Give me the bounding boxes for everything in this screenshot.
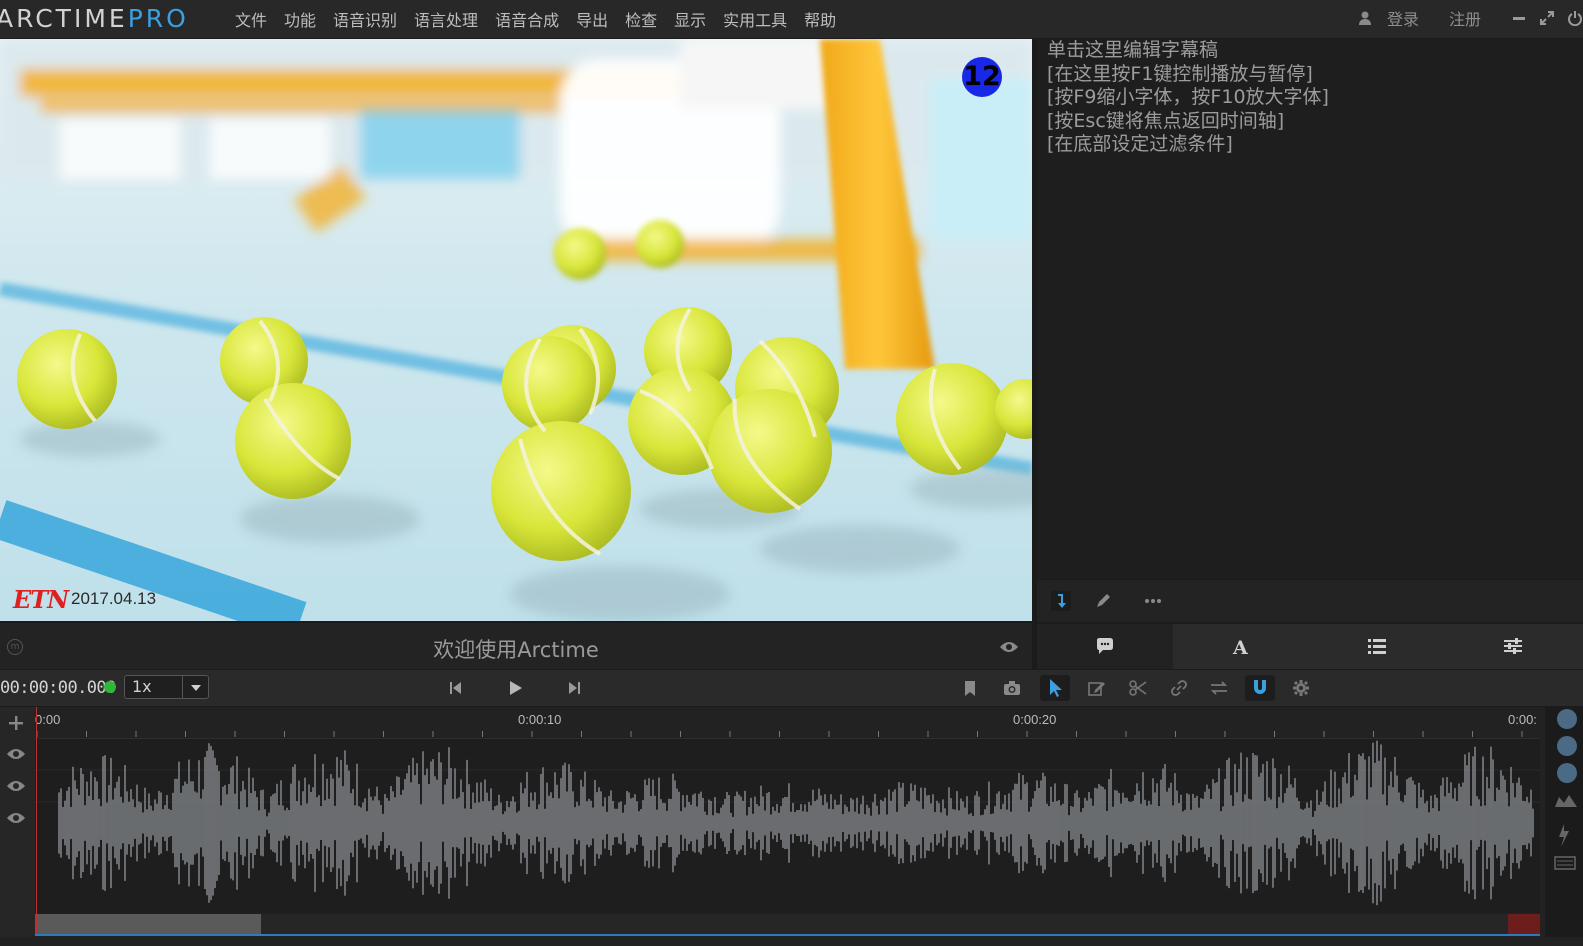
tab-list[interactable] [1309,624,1445,669]
add-track-icon[interactable] [8,715,24,731]
fullscreen-icon[interactable] [1539,10,1555,26]
app-logo: ARCTIMEPRO [0,4,189,34]
playback-speed-select[interactable]: 1x [124,675,209,699]
swap-icon[interactable] [1209,678,1229,698]
menu-utilities[interactable]: 实用工具 [723,7,787,31]
camera-icon[interactable] [1002,678,1022,698]
account-area: 登录 注册 [1357,0,1583,36]
logo-pro: PRO [127,4,189,33]
edit-icon[interactable] [1086,678,1106,698]
next-icon[interactable] [564,678,584,698]
waveform-graphic [35,738,1540,906]
menu-display[interactable]: 显示 [674,7,706,31]
track-controls [0,707,35,937]
track-eye-icon[interactable] [6,811,26,825]
pointer-icon [1050,679,1062,697]
status-indicator [104,681,116,693]
menu-speech-recognition[interactable]: 语音识别 [333,7,397,31]
timeline-side-tools [1545,707,1583,937]
menu-file[interactable]: 文件 [235,7,267,31]
editor-line: [按Esc键将焦点返回时间轴] [1047,109,1285,132]
editor-line: [按F9缩小字体，按F10放大字体] [1047,86,1329,108]
video-frame-image [0,39,1032,621]
ruler-label: 0:00: [1508,712,1537,727]
list-icon [1368,639,1386,654]
gear-icon[interactable] [1291,678,1311,698]
watermark-logo: ETN [13,585,69,614]
ruler-label: 0:00 [35,712,61,727]
timecode-display: 00:00:00.000 [0,678,116,698]
time-ruler[interactable]: 0:00 0:00:10 0:00:20 0:00: [35,707,1540,738]
menu-export[interactable]: 导出 [576,7,608,31]
menu-language-processing[interactable]: 语言处理 [414,7,478,31]
svg-text:A: A [1232,637,1248,657]
main-menu: 文件 功能 语音识别 语言处理 语音合成 导出 检查 显示 实用工具 帮助 [235,0,853,38]
tab-settings[interactable] [1445,624,1581,669]
menu-speech-synthesis[interactable]: 语音合成 [495,7,559,31]
editor-toolbar [1037,580,1583,622]
ruler-label: 0:00:10 [518,712,562,727]
speech-bubble-icon [1097,638,1113,654]
editor-line: [在这里按F1键控制播放与暂停] [1047,62,1313,85]
tab-subtitles[interactable] [1037,624,1173,669]
ruler-ticks [36,731,1523,737]
link-icon[interactable] [1169,678,1189,698]
editor-line: 单击这里编辑字幕稿 [1047,39,1219,61]
scrollbar-thumb[interactable] [35,914,261,934]
font-icon: A [1232,637,1248,657]
register-link[interactable]: 注册 [1449,6,1481,30]
ruler-label: 0:00:20 [1013,712,1057,727]
track-eye-icon[interactable] [6,747,26,761]
menu-bar: ARCTIMEPRO 文件 功能 语音识别 语言处理 语音合成 导出 检查 显示… [0,0,1583,38]
magnet-snap-button[interactable] [1245,675,1275,701]
power-icon[interactable] [1567,10,1583,26]
previous-icon[interactable] [446,678,466,698]
watermark-date: 2017.04.13 [71,589,157,608]
subtitle-preview-bar: m 欢迎使用Arctime [0,623,1032,669]
overlay-badge: 12 [962,57,1002,97]
timeline[interactable]: 0:00 0:00:10 0:00:20 0:00: [0,707,1583,946]
subtitle-preview-text: 欢迎使用Arctime [433,638,599,662]
speed-value: 1x [132,677,152,696]
bookmark-icon[interactable] [960,678,980,698]
login-link[interactable]: 登录 [1387,6,1419,30]
audio-waveform[interactable] [35,738,1540,913]
chevron-down-icon[interactable] [182,676,208,698]
side-tool-icons [1554,709,1577,870]
editor-line: [在底部设定过滤条件] [1047,133,1233,155]
logo-brand: ARCTIME [0,4,128,33]
video-preview[interactable]: 12 ETN 2017.04.13 [0,39,1032,621]
right-panel-tabs: A [1037,624,1583,669]
track-eye-icon[interactable] [6,779,26,793]
sliders-icon [1504,638,1522,654]
user-icon [1358,11,1371,25]
scissors-icon[interactable] [1128,678,1148,698]
select-tool-button[interactable] [1040,675,1070,701]
more-icon[interactable] [1143,591,1163,611]
pencil-icon[interactable] [1093,591,1113,611]
timeline-bottom-border [35,934,1540,936]
menu-help[interactable]: 帮助 [804,7,836,31]
playhead[interactable] [36,707,37,934]
scrollbar-end-marker [1508,914,1540,934]
magnet-icon [1254,680,1266,694]
insert-arrow-icon[interactable] [1051,591,1071,611]
timeline-scrollbar[interactable] [35,914,1540,934]
play-icon[interactable] [505,678,525,698]
tab-font-style[interactable]: A [1173,624,1309,669]
menu-features[interactable]: 功能 [284,7,316,31]
eye-icon[interactable] [999,640,1019,654]
script-editor[interactable]: 单击这里编辑字幕稿 [在这里按F1键控制播放与暂停] [按F9缩小字体，按F10… [1037,39,1583,579]
minimize-icon[interactable] [1511,10,1527,26]
menu-check[interactable]: 检查 [625,7,657,31]
transport-bar: 00:00:00.000 1x [0,670,1583,706]
